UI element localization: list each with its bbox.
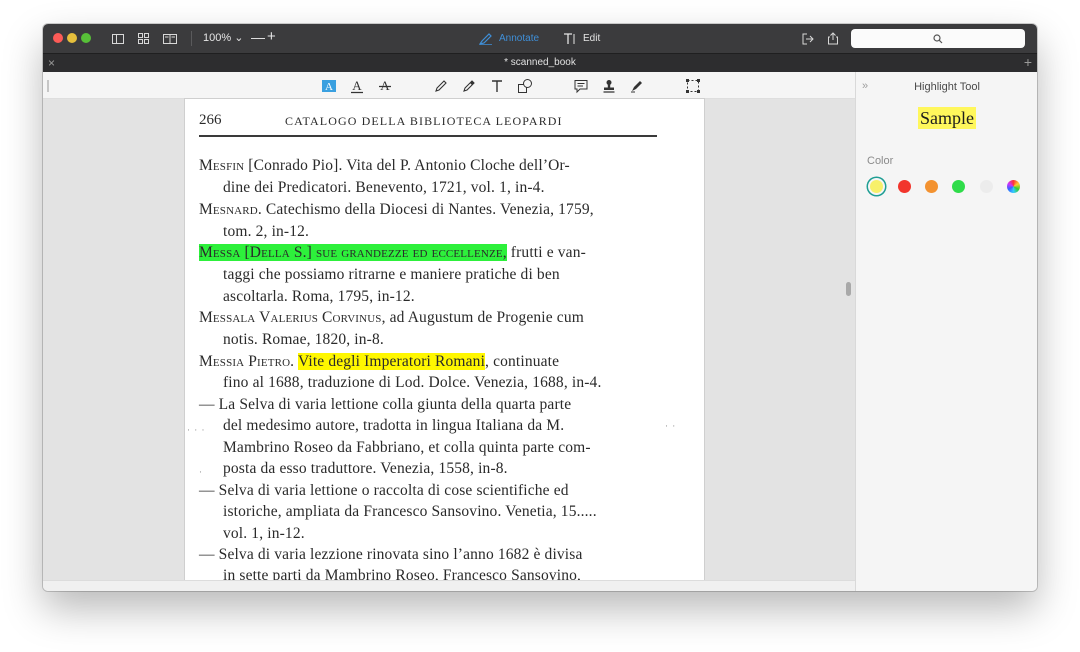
- strikethrough-text-tool-icon[interactable]: A: [377, 78, 393, 94]
- text-line[interactable]: notis. Romae, 1820, in-8.: [223, 330, 384, 350]
- tab-scanned-book[interactable]: * scanned_book: [43, 55, 1037, 71]
- entry-text: , ad Augustum de Progenie cum: [381, 309, 584, 326]
- entry-name: Messala Valerius Corvinus: [199, 309, 382, 326]
- svg-text:A: A: [380, 78, 390, 93]
- sidebar-toggle-icon[interactable]: [111, 31, 125, 46]
- new-tab-button[interactable]: +: [1024, 54, 1032, 71]
- entry-text: frutti e van-: [506, 244, 586, 261]
- yellow-highlight-annotation[interactable]: Vite degli Imperatori Romani: [297, 353, 486, 370]
- text-line[interactable]: istoriche, ampliata da Francesco Sansovi…: [223, 502, 597, 522]
- text-line[interactable]: ascoltarla. Roma, 1795, in-12.: [223, 287, 415, 307]
- highlight-text-tool-icon[interactable]: A: [321, 78, 337, 94]
- text-line[interactable]: taggi che possiamo ritrarne e maniere pr…: [223, 265, 560, 285]
- pencil-tool-icon[interactable]: [433, 78, 449, 94]
- text-line[interactable]: Mesnard. Catechismo della Diocesi di Nan…: [199, 200, 594, 220]
- color-swatch-yellow[interactable]: [870, 180, 883, 193]
- eraser-tool-icon[interactable]: [461, 78, 477, 94]
- scan-noise: · · ·: [187, 425, 206, 435]
- text-line[interactable]: posta da esso traduttore. Venezia, 1558,…: [223, 459, 508, 479]
- toolbar-divider: [191, 31, 192, 46]
- color-swatch-green[interactable]: [952, 180, 965, 193]
- grid-view-icon[interactable]: [136, 31, 150, 46]
- edit-label: Edit: [583, 33, 601, 44]
- panel-title: Highlight Tool: [914, 81, 980, 93]
- text-line[interactable]: Messa [Della S.] sue grandezze ed eccell…: [199, 243, 586, 263]
- text-line[interactable]: fino al 1688, traduzione di Lod. Dolce. …: [223, 373, 601, 393]
- entry-name: Messia Pietro: [199, 353, 291, 370]
- scan-noise: · ·: [665, 421, 677, 431]
- text-box-tool-icon[interactable]: [489, 78, 505, 94]
- shapes-tool-icon[interactable]: [517, 78, 533, 94]
- share-icon[interactable]: [826, 31, 840, 46]
- zoom-select[interactable]: 100% ⌄: [203, 31, 243, 46]
- text-line[interactable]: Messia Pietro. Vite degli Imperatori Rom…: [199, 352, 559, 372]
- text-line[interactable]: Messala Valerius Corvinus, ad Augustum d…: [199, 308, 584, 328]
- crop-selection-tool-icon[interactable]: [685, 78, 701, 94]
- underline-text-tool-icon[interactable]: A: [349, 78, 365, 94]
- app-window: 100% ⌄ — + Annotate Edit × * scanned_boo…: [43, 24, 1037, 591]
- two-page-view-icon[interactable]: [162, 31, 178, 46]
- running-header: CATALOGO DELLA BIBLIOTECA LEOPARDI: [285, 114, 563, 128]
- color-swatch-light-gray[interactable]: [980, 180, 993, 193]
- entry-text: [Conrado Pio]. Vita del P. Antonio Cloch…: [244, 157, 570, 174]
- text-cursor-icon: [564, 32, 575, 44]
- close-window-button[interactable]: [53, 33, 63, 43]
- text-line[interactable]: Mesfin [Conrado Pio]. Vita del P. Antoni…: [199, 156, 570, 176]
- text-line[interactable]: tom. 2, in-12.: [223, 222, 309, 242]
- svg-text:A: A: [325, 81, 333, 93]
- text-line[interactable]: — Selva di varia lezzione rinovata sino …: [199, 545, 582, 565]
- export-icon[interactable]: [801, 31, 815, 46]
- text-line[interactable]: in sette parti da Mambrino Roseo, France…: [223, 566, 581, 580]
- toolbar-handle[interactable]: [47, 80, 49, 92]
- green-highlight-annotation[interactable]: Messa [Della S.] sue grandezze ed eccell…: [199, 244, 507, 261]
- color-swatch-orange[interactable]: [925, 180, 938, 193]
- edit-mode-button[interactable]: Edit: [563, 31, 600, 46]
- entry-name: Mesnard: [199, 201, 258, 218]
- entry-name: Mesfin: [199, 157, 245, 174]
- highlight-tool-panel: » Highlight Tool Sample Color: [855, 72, 1037, 591]
- header-rule: [199, 135, 657, 137]
- annotate-mode-button[interactable]: Annotate: [479, 31, 539, 46]
- annotation-toolbar: A A A: [43, 72, 855, 99]
- note-comment-tool-icon[interactable]: [573, 78, 589, 94]
- entry-text: , continuate: [485, 353, 560, 370]
- pen-icon: [479, 32, 492, 45]
- search-input[interactable]: [851, 29, 1025, 48]
- vertical-scrollbar[interactable]: [846, 282, 851, 296]
- custom-color-picker-icon[interactable]: [1007, 180, 1020, 193]
- text-line[interactable]: vol. 1, in-12.: [223, 524, 305, 544]
- entry-text: .: [290, 353, 298, 370]
- search-icon: [933, 33, 943, 43]
- window-toolbar: 100% ⌄ — + Annotate Edit: [43, 24, 1037, 53]
- scan-noise: ·: [199, 467, 203, 477]
- annotate-label: Annotate: [499, 33, 540, 44]
- text-line[interactable]: — Selva di varia lettione o raccolta di …: [199, 481, 569, 501]
- text-line[interactable]: Mambrino Roseo da Fabbriano, et colla qu…: [223, 438, 591, 458]
- document-viewport[interactable]: 266 CATALOGO DELLA BIBLIOTECA LEOPARDI M…: [43, 99, 855, 580]
- text-line[interactable]: — La Selva di varia lettione colla giunt…: [199, 395, 571, 415]
- document-page[interactable]: 266 CATALOGO DELLA BIBLIOTECA LEOPARDI M…: [185, 99, 704, 580]
- minimize-window-button[interactable]: [67, 33, 77, 43]
- bottom-strip: [43, 580, 855, 591]
- text-line[interactable]: dine dei Predicatori. Benevento, 1721, v…: [223, 178, 545, 198]
- svg-text:A: A: [352, 78, 362, 93]
- entry-text: . Catechismo della Diocesi di Nantes. Ve…: [257, 201, 594, 218]
- zoom-out-button[interactable]: —: [251, 29, 265, 46]
- page-number: 266: [199, 112, 222, 128]
- zoom-window-button[interactable]: [81, 33, 91, 43]
- signature-pen-tool-icon[interactable]: [629, 78, 645, 94]
- zoom-in-button[interactable]: +: [267, 28, 276, 46]
- tab-bar: × * scanned_book +: [43, 53, 1037, 72]
- highlight-sample-preview: Sample: [918, 107, 976, 129]
- text-line[interactable]: del medesimo autore, tradotta in lingua …: [223, 416, 564, 436]
- color-label: Color: [867, 155, 894, 167]
- color-swatch-red[interactable]: [898, 180, 911, 193]
- stamp-tool-icon[interactable]: [601, 78, 617, 94]
